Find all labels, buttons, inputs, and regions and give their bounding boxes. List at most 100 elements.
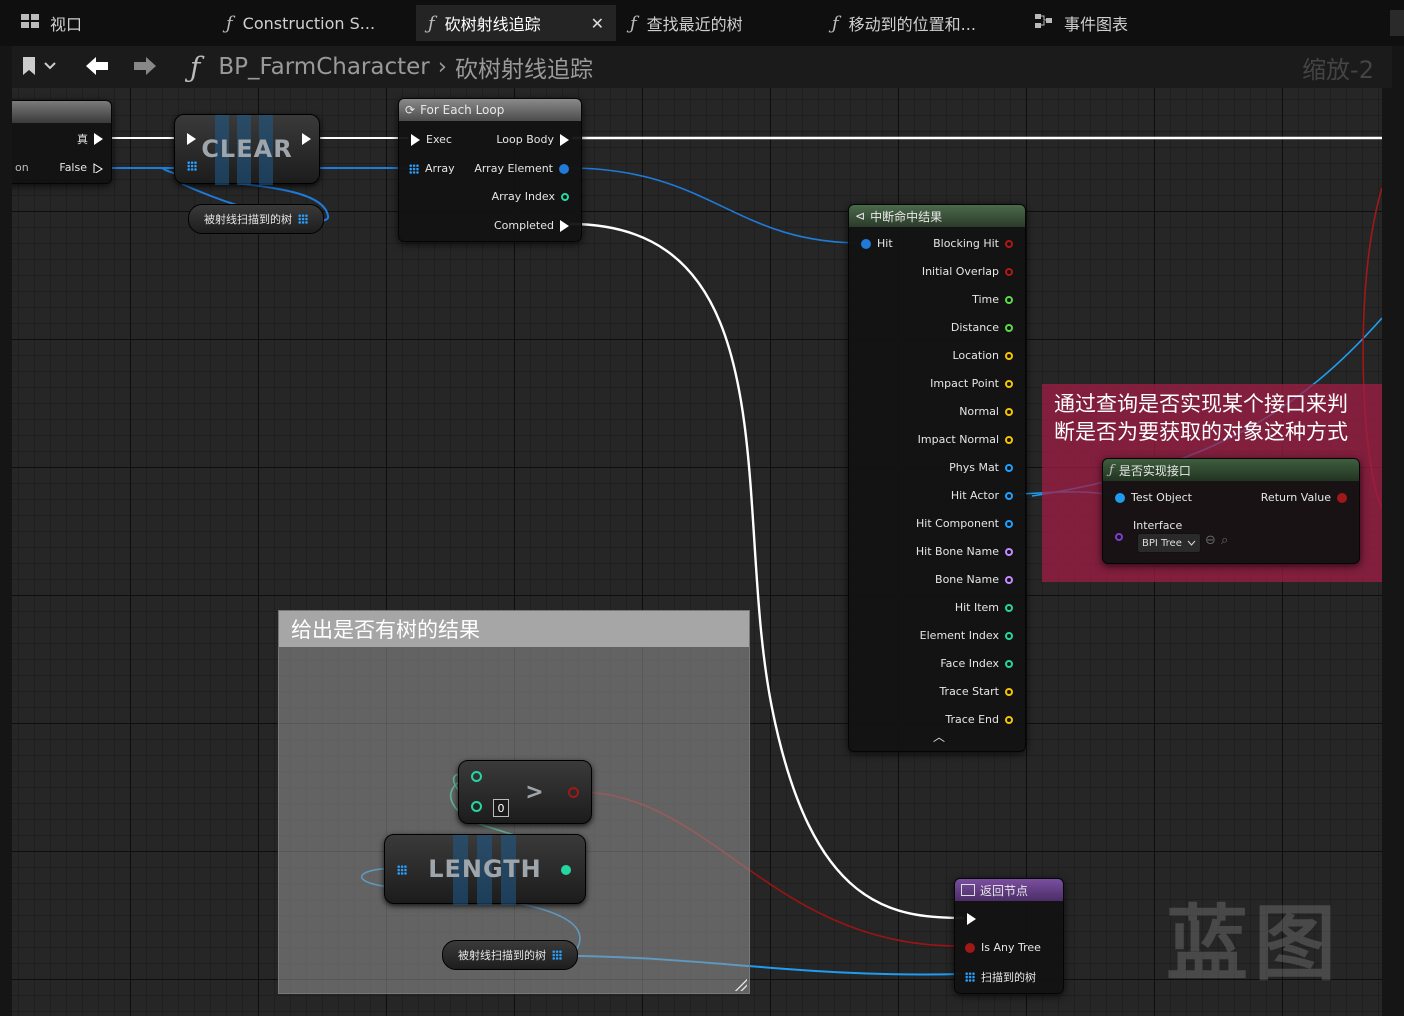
tab-label: 砍树射线追踪	[444, 15, 541, 34]
scanned-trees-pin[interactable]: 扫描到的树	[965, 969, 1036, 985]
false-pin[interactable]: False	[59, 161, 103, 174]
array-pin-icon[interactable]	[552, 950, 562, 960]
greater-than-node[interactable]: > 0	[458, 760, 592, 824]
array-pin[interactable]: Array	[409, 162, 455, 175]
comment-title: 给出是否有树的结果	[279, 611, 749, 647]
tab-move-to-location[interactable]: ƒ 移动到的位置和...	[820, 5, 1020, 41]
interface-pin-label: Interface	[1133, 519, 1183, 532]
pencil-icon[interactable]	[1390, 10, 1404, 36]
output-pin-impact-point[interactable]: Impact Point	[930, 377, 1013, 390]
array-pin-icon[interactable]	[298, 214, 308, 224]
breadcrumb-bar: ƒ BP_FarmCharacter › 砍树射线追踪 缩放-2	[12, 46, 1392, 88]
collapse-chevron-icon[interactable]: ︿	[933, 728, 945, 745]
node-title: For Each Loop	[420, 103, 505, 117]
exec-in-pin[interactable]	[967, 913, 976, 925]
output-pin-impact-normal[interactable]: Impact Normal	[918, 433, 1013, 446]
graph-canvas[interactable]: 真 on False CLEAR 被射线扫描到的树 ⟳ For Each Loo…	[12, 88, 1382, 1016]
output-pin-element-index[interactable]: Element Index	[920, 629, 1013, 642]
exec-pin[interactable]: Exec	[411, 133, 452, 146]
loop-icon: ⟳	[405, 103, 416, 117]
pin-icon	[1005, 491, 1013, 500]
array-element-pin[interactable]: Array Element	[474, 162, 569, 175]
output-pin-location[interactable]: Location	[952, 349, 1013, 362]
true-pin[interactable]: 真	[77, 131, 103, 147]
tab-find-nearest-tree[interactable]: ƒ 查找最近的树	[618, 5, 818, 41]
pin-icon	[1005, 435, 1013, 444]
break-hit-result-node[interactable]: ⊲ 中断命中结果 Hit Blocking Hit Initial Overlap…	[848, 204, 1026, 752]
output-pin-blocking-hit[interactable]: Blocking Hit	[933, 237, 1013, 250]
test-object-pin[interactable]: Test Object	[1115, 491, 1192, 504]
function-icon: ƒ	[630, 12, 637, 34]
b-input-pin[interactable]	[471, 801, 482, 812]
output-pin-initial-overlap[interactable]: Initial Overlap	[922, 265, 1013, 278]
output-pin-hit-actor[interactable]: Hit Actor	[951, 489, 1013, 502]
interface-pin[interactable]	[1115, 533, 1123, 541]
b-value-input[interactable]: 0	[493, 799, 509, 817]
loop-body-pin[interactable]: Loop Body	[496, 133, 569, 146]
function-icon: ƒ	[1109, 462, 1114, 478]
array-pin-icon[interactable]	[397, 865, 407, 875]
comment-text: 通过查询是否实现某个接口来判 断是否为要获取的对象这种方式	[1054, 392, 1348, 444]
tab-label: 移动到的位置和...	[848, 15, 976, 34]
pin-icon	[1005, 295, 1013, 304]
browse-search-icon[interactable]: ⌕	[1221, 533, 1228, 548]
array-pin-icon[interactable]	[187, 161, 197, 171]
resize-handle[interactable]	[735, 979, 747, 991]
return-node-icon	[961, 884, 975, 896]
bookmark-icon	[23, 57, 35, 75]
output-pin-distance[interactable]: Distance	[951, 321, 1013, 334]
zoom-level: 缩放-2	[1302, 55, 1374, 84]
breadcrumb-separator: ›	[437, 54, 447, 80]
completed-pin[interactable]: Completed	[494, 219, 569, 232]
close-icon[interactable]: ✕	[591, 14, 604, 33]
length-node[interactable]: LENGTH	[384, 834, 586, 905]
branch-node[interactable]: 真 on False	[12, 100, 112, 184]
tab-viewport[interactable]: 视口	[8, 5, 138, 41]
output-pin-hit-component[interactable]: Hit Component	[916, 517, 1013, 530]
output-pin-normal[interactable]: Normal	[959, 405, 1013, 418]
length-output-pin[interactable]	[561, 865, 571, 875]
interface-select[interactable]: BPI Tree	[1137, 533, 1201, 553]
does-implement-interface-node[interactable]: ƒ 是否实现接口 Test Object Return Value Interf…	[1102, 458, 1360, 564]
is-any-tree-pin[interactable]: Is Any Tree	[965, 941, 1041, 954]
pin-icon	[1005, 323, 1013, 332]
breadcrumb-current: 砍树射线追踪	[454, 57, 593, 83]
output-pin-trace-end[interactable]: Trace End	[945, 713, 1013, 726]
output-pin-face-index[interactable]: Face Index	[940, 657, 1013, 670]
clear-node[interactable]: CLEAR	[174, 114, 320, 185]
return-node[interactable]: 返回节点 Is Any Tree 扫描到的树	[954, 878, 1064, 994]
get-scanned-trees-node-2[interactable]: 被射线扫描到的树	[442, 940, 578, 970]
pin-icon	[1005, 603, 1013, 612]
hit-input-pin[interactable]: Hit	[861, 237, 893, 250]
arrow-right-icon	[134, 57, 156, 75]
get-scanned-trees-node[interactable]: 被射线扫描到的树	[188, 204, 324, 234]
tab-tree-line-trace[interactable]: ƒ 砍树射线追踪 ✕	[416, 5, 616, 41]
array-index-pin[interactable]: Array Index	[492, 190, 569, 203]
tab-construction-script[interactable]: ƒ Construction S...	[214, 5, 414, 41]
node-title: 是否实现接口	[1118, 463, 1191, 478]
output-pin-hit-bone-name[interactable]: Hit Bone Name	[916, 545, 1013, 558]
a-input-pin[interactable]	[471, 771, 482, 782]
for-each-loop-node[interactable]: ⟳ For Each Loop Exec Array Loop Body Arr…	[398, 98, 582, 242]
result-output-pin[interactable]	[568, 787, 579, 798]
return-value-pin[interactable]: Return Value	[1261, 491, 1347, 504]
output-pin-hit-item[interactable]: Hit Item	[955, 601, 1013, 614]
condition-pin-label: on	[15, 161, 29, 174]
pin-icon	[1005, 687, 1013, 696]
exec-out-pin[interactable]	[302, 133, 311, 145]
output-pin-trace-start[interactable]: Trace Start	[939, 685, 1013, 698]
function-icon: ƒ	[832, 12, 839, 34]
output-pin-phys-mat[interactable]: Phys Mat	[949, 461, 1013, 474]
chevron-down-icon	[44, 62, 56, 70]
output-pin-bone-name[interactable]: Bone Name	[935, 573, 1013, 586]
use-selected-icon[interactable]: ⊖	[1205, 533, 1216, 548]
exec-in-pin[interactable]	[187, 133, 196, 145]
exec-pin-hollow-icon	[93, 162, 103, 173]
bookmark-button[interactable]	[22, 56, 56, 76]
output-pin-time[interactable]: Time	[972, 293, 1013, 306]
tab-label: 视口	[50, 15, 83, 34]
breadcrumb-root[interactable]: BP_FarmCharacter	[218, 54, 429, 80]
tab-event-graph[interactable]: 事件图表	[1022, 5, 1222, 41]
forward-button[interactable]	[132, 54, 158, 82]
back-button[interactable]	[84, 54, 110, 82]
